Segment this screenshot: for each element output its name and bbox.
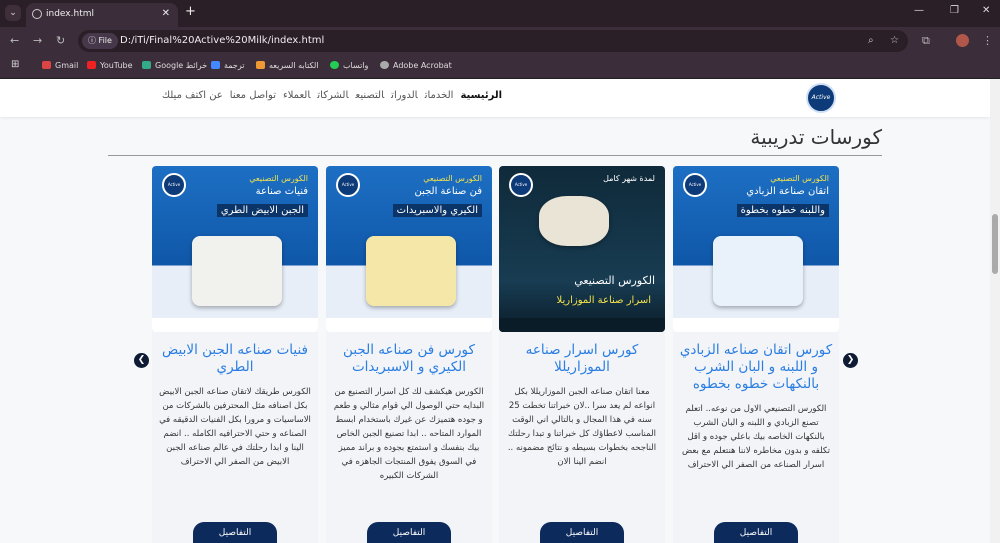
image-footer: [326, 318, 492, 332]
maximize-icon[interactable]: ❐: [950, 5, 959, 16]
bookmark-acrobat[interactable]: Adobe Acrobat: [380, 61, 452, 70]
zoom-icon[interactable]: ⌕: [868, 30, 874, 52]
url-text: D:/iTi/Final%20Active%20Milk/index.html: [120, 35, 325, 46]
tab-index[interactable]: index.html ✕: [26, 3, 178, 27]
image-subheadline: اسرار صناعة الموزاريلا: [556, 295, 651, 306]
brand-badge: Active: [336, 173, 360, 197]
minimize-icon[interactable]: —: [914, 5, 924, 16]
nav-services[interactable]: الخدمات: [425, 90, 454, 101]
details-button[interactable]: التفاصيل: [367, 522, 451, 543]
scrollbar[interactable]: [990, 79, 1000, 543]
close-tab-icon[interactable]: ✕: [162, 3, 170, 25]
brand-badge: Active: [683, 173, 707, 197]
bookmark-whatsapp[interactable]: واتساب: [330, 61, 368, 70]
back-icon[interactable]: ←: [10, 34, 19, 47]
image-footer: [499, 318, 665, 332]
bookmark-youtube[interactable]: YouTube: [87, 61, 133, 70]
details-button[interactable]: التفاصيل: [193, 522, 277, 543]
extensions-icon[interactable]: ⧉: [922, 34, 930, 48]
brand-badge: Active: [509, 173, 533, 197]
course-image: Active لمدة شهر كامل الكورس التصنيعي اسرار …: [499, 166, 665, 332]
course-title: كورس اتقان صناعه الزبادي و اللبنه و البا…: [679, 342, 833, 392]
globe-icon: [32, 9, 42, 19]
course-description: الكورس هيكشف لك كل اسرار التصنيع من البد…: [333, 387, 485, 481]
carousel-next-button[interactable]: ❯: [843, 353, 858, 368]
image-caption: الكورس التصنيعي: [423, 174, 482, 183]
brand-badge: Active: [162, 173, 186, 197]
carousel-prev-button[interactable]: ❮: [134, 353, 149, 368]
image-subheadline: واللبنه خطوه بخطوة: [736, 204, 829, 217]
image-caption: لمدة شهر كامل: [603, 174, 655, 183]
course-card: Active الكورس التصنيعي اتقان صناعة الزبادي…: [673, 166, 839, 543]
product-image: [713, 236, 803, 306]
file-chip[interactable]: ⓘ File: [82, 33, 118, 49]
site-navbar: Active الرئيسية الخدمات الدورات التصنيع الشر…: [0, 79, 990, 117]
course-card: Active الكورس التصنيعي فنيات صناعة الجبن ال…: [152, 166, 318, 543]
image-footer: [152, 318, 318, 332]
product-image: [192, 236, 282, 306]
reload-icon[interactable]: ↻: [56, 34, 65, 47]
image-headline: فنيات صناعة: [255, 186, 308, 197]
bookmark-star-icon[interactable]: ☆: [890, 30, 899, 52]
nav-companies[interactable]: الشركات: [317, 90, 348, 101]
course-image: Active الكورس التصنيعي اتقان صناعة الزبادي…: [673, 166, 839, 332]
menu-icon[interactable]: ⋮: [982, 34, 993, 47]
course-card: Active لمدة شهر كامل الكورس التصنيعي اسرار …: [499, 166, 665, 543]
image-subheadline: الجبن الابيض الطري: [216, 204, 308, 217]
bookmarks-bar: ⊞ Gmail YouTube Google خرائط ترجمة الكتا…: [0, 55, 1000, 79]
course-title: كورس اسرار صناعه الموزاريللا: [525, 342, 639, 375]
nav-about[interactable]: عن اكتف ميلك: [162, 90, 223, 101]
image-footer: [673, 318, 839, 332]
bookmark-gmail[interactable]: Gmail: [42, 61, 78, 70]
tab-bar: ⌄ index.html ✕ + — ❐ ✕: [0, 0, 1000, 27]
tab-title: index.html: [46, 9, 94, 19]
nav-clients[interactable]: العملاء: [283, 90, 310, 101]
details-button[interactable]: التفاصيل: [540, 522, 624, 543]
image-headline: اتقان صناعة الزبادي: [746, 186, 829, 197]
course-description: الكورس طريقك لاتقان صناعه الجبن الابيض ب…: [159, 387, 311, 467]
apps-icon[interactable]: ⊞: [11, 59, 19, 70]
course-description: معنا اتقان صناعه الجبن الموزاريللا بكل ا…: [507, 387, 657, 467]
image-caption: الكورس التصنيعي: [770, 174, 829, 183]
address-bar[interactable]: ⓘ File D:/iTi/Final%20Active%20Milk/inde…: [78, 30, 908, 52]
nav-home[interactable]: الرئيسية: [460, 90, 502, 101]
new-tab-button[interactable]: +: [185, 4, 196, 19]
toolbar: ← → ↻ ⓘ File D:/iTi/Final%20Active%20Mil…: [0, 27, 1000, 55]
product-image: [539, 196, 609, 246]
file-label: File: [98, 36, 112, 45]
nav-contact[interactable]: تواصل معنا: [230, 90, 276, 101]
page: Active الرئيسية الخدمات الدورات التصنيع الشر…: [0, 79, 990, 543]
image-headline: الكورس التصنيعي: [574, 274, 655, 287]
image-subheadline: الكيري والاسبريدات: [392, 204, 482, 217]
course-title: فنيات صناعه الجبن الابيض الطري: [162, 342, 308, 375]
course-image: Active الكورس التصنيعي فن صناعة الجبن الكير…: [326, 166, 492, 332]
product-image: [366, 236, 456, 306]
course-title: كورس فن صناعه الجبن الكيري و الاسبريدات: [343, 342, 475, 375]
nav-menu: الرئيسية الخدمات الدورات التصنيع الشركات العم…: [155, 90, 502, 101]
image-caption: الكورس التصنيعي: [249, 174, 308, 183]
site-logo[interactable]: Active: [806, 83, 836, 113]
forward-icon[interactable]: →: [33, 34, 42, 47]
tab-search-button[interactable]: ⌄: [5, 5, 21, 21]
bookmark-maps[interactable]: Google خرائط: [142, 61, 207, 70]
avatar[interactable]: [956, 34, 969, 47]
close-window-icon[interactable]: ✕: [982, 5, 990, 16]
nav-courses[interactable]: الدورات: [391, 90, 418, 101]
section-heading: كورسات تدريبية: [750, 125, 882, 149]
image-headline: فن صناعة الجبن: [414, 186, 482, 197]
course-card: Active الكورس التصنيعي فن صناعة الجبن الكير…: [326, 166, 492, 543]
course-description: الكورس التصنيعي الاول من نوعه.. اتعلم تص…: [682, 404, 830, 470]
nav-manufacturing[interactable]: التصنيع: [356, 90, 385, 101]
details-button[interactable]: التفاصيل: [714, 522, 798, 543]
bookmark-translate[interactable]: ترجمة: [211, 61, 245, 70]
course-image: Active الكورس التصنيعي فنيات صناعة الجبن ال…: [152, 166, 318, 332]
bookmark-writing[interactable]: الكتابه السريعه: [256, 61, 319, 70]
scrollbar-thumb[interactable]: [992, 214, 998, 274]
divider: [108, 155, 882, 156]
